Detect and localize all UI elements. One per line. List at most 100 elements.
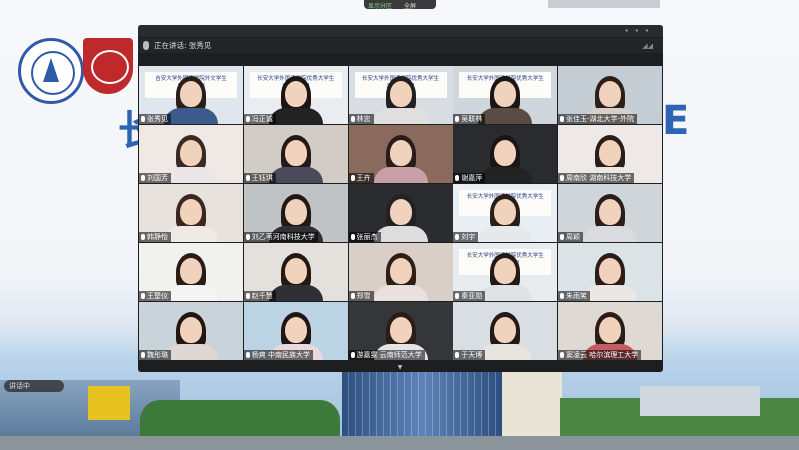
participant-face [284,199,307,226]
mic-icon [141,116,145,122]
participant-body [583,226,637,242]
participant-body [268,285,323,301]
participant-name: 窦凌云 哈尔滨理工大学 [566,351,639,359]
participant-tile[interactable]: 游嘉雯 云南师范大学 [348,302,453,360]
participant-name: 郑雪 [356,292,371,300]
mic-icon [245,352,250,358]
signal-icon: ◢◢ [642,42,653,50]
participant-name-tag: 刘国芳 [139,173,171,183]
participant-name-tag: 冯正诚 [243,114,276,124]
participant-name: 王卉 [356,174,371,182]
participant-name: 赵千慧 [251,292,273,300]
participant-body [164,344,218,360]
mic-icon [455,234,460,240]
participant-body [478,285,533,301]
participant-name-tag: 王卉 [348,173,374,183]
mic-icon [141,293,145,299]
participant-body [478,108,533,124]
participant-tile[interactable]: 长安大学外国语学院优秀大学生 暑期实践团秦亚勋 [453,243,558,301]
participant-name-tag: 韩静怡 [139,232,171,242]
top-control-bar[interactable]: 显示分区 全屏 [364,0,436,10]
participant-name-tag: 杨爽 中南民族大学 [243,350,313,360]
campus-right-building [640,386,760,416]
campus-road [0,436,799,450]
participant-face [599,81,621,108]
participant-tile[interactable]: 吉安大学外国语学院外文学生 暑假实践团张秀见 [139,66,243,124]
mic-icon [560,116,564,122]
speaking-indicator[interactable]: 讲话中 [4,380,64,392]
participant-tile[interactable]: 刘国芳 [139,125,243,183]
participant-name-tag: 郑雪 [348,291,374,301]
participant-tile[interactable]: 窦凌云 哈尔滨理工大学 [558,302,662,360]
participant-tile[interactable]: 谢嘉萍 [453,125,558,183]
top-right-strip [548,0,660,8]
participant-tile[interactable]: 于天博 [453,302,558,360]
participant-name: 张佳玉-湖北大学-外院 [566,115,635,123]
participant-face [389,199,412,226]
participant-tile[interactable]: 魏彤璐 [139,302,243,360]
participant-face [389,140,412,167]
participant-tile[interactable]: 周南欣 湖南科技大学 [558,125,662,183]
participant-tile[interactable]: 王楚仪 [139,243,243,301]
participant-name: 谢嘉萍 [461,174,483,182]
mic-icon [245,293,250,299]
participant-body [164,226,218,242]
participant-tile[interactable]: 郑雪 [348,243,453,301]
mic-icon [560,293,564,299]
participant-body [373,167,428,183]
participant-tile[interactable]: 长安大学外国语学院优秀大学生吴联林 [453,66,558,124]
speaker-bar: 正在讲话: 张秀见 ◢◢ [138,38,663,53]
mic-icon [245,116,250,122]
participant-name-tag: 游嘉雯 云南师范大学 [348,350,425,360]
participant-face [494,317,517,344]
participant-name: 周南欣 湖南科技大学 [566,174,632,182]
participant-tile[interactable]: 王钰琪 [243,125,348,183]
participant-body [373,285,428,301]
participant-name: 周颖 [566,233,580,241]
fullscreen-button[interactable]: 全屏 [404,1,416,10]
chevron-down-icon[interactable]: ▼ [394,365,406,371]
participant-name: 朱雨笑 [566,292,587,300]
participant-face [494,199,517,226]
participant-face [599,140,621,167]
mic-icon [141,234,145,240]
participant-tile[interactable]: 长安大学外国语学院优秀大学生 暑期实践团林忠 [348,66,453,124]
participant-name: 刘国芳 [147,174,168,182]
participant-tile[interactable]: 周颖 [558,184,662,242]
participant-name-tag: 林忠 [348,114,374,124]
participant-face [180,258,202,285]
window-titlebar[interactable]: ••• [138,25,663,37]
participant-tile[interactable]: 张佳玉-湖北大学-外院 [558,66,662,124]
participant-name: 林忠 [356,115,371,123]
participant-body [373,108,428,124]
participant-tile[interactable]: 张丽杰 [348,184,453,242]
participant-face [494,81,517,108]
participant-face [180,140,202,167]
participant-name: 游嘉雯 云南师范大学 [356,351,422,359]
campus-main-building [342,372,502,442]
participant-face [389,81,412,108]
participant-face [284,81,307,108]
participant-tile[interactable]: 杨爽 中南民族大学 [243,302,348,360]
participant-body [583,285,637,301]
participant-name-tag: 刘宇 [453,232,479,242]
speaking-indicator-label: 讲话中 [9,382,30,390]
participant-tile[interactable]: 长安大学外国语学院优秀大学生刘宇 [453,184,558,242]
participant-tile[interactable]: 赵千慧 [243,243,348,301]
participant-face [494,140,517,167]
participant-name: 王楚仪 [147,292,168,300]
participant-tile[interactable]: 王卉 [348,125,453,183]
participant-tile[interactable]: 长安大学外国语学院优秀大学生 暑假实践团冯正诚 [243,66,348,124]
participant-face [180,81,202,108]
layout-button[interactable]: 显示分区 [368,1,392,10]
participant-name: 张秀见 [147,115,168,123]
participant-name-tag: 周南欣 湖南科技大学 [558,173,635,183]
campus-yellow-building [88,386,130,420]
participant-name-tag: 魏彤璐 [139,350,171,360]
participant-name-tag: 秦亚勋 [453,291,486,301]
participant-tile[interactable]: 韩静怡 [139,184,243,242]
participant-tile[interactable]: 朱雨笑 [558,243,662,301]
window-controls-icon[interactable]: ••• [625,27,655,35]
school-emblem-logo [83,38,133,94]
participant-tile[interactable]: 刘乙苇河南科技大学 [243,184,348,242]
